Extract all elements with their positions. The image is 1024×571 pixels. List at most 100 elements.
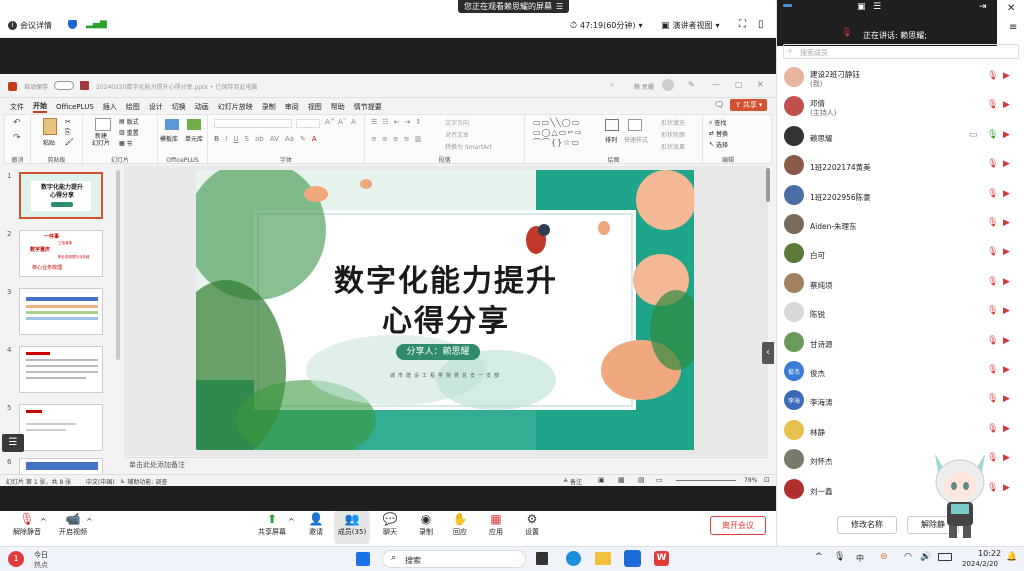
find-button[interactable]: ⌕ 查找 xyxy=(709,118,726,128)
language-indicator[interactable]: 中文(中国) xyxy=(86,477,115,486)
menu-tab-3[interactable]: 插入 xyxy=(103,102,117,112)
highlight-icon[interactable]: ✎ xyxy=(300,135,306,143)
window-icon[interactable]: ▣ xyxy=(857,2,866,12)
quick-style-icon[interactable] xyxy=(628,119,642,131)
mic-muted-icon[interactable]: 🎙 xyxy=(987,218,998,228)
clock-time[interactable]: 10:22 xyxy=(978,549,1001,558)
accessibility-button[interactable]: ♿ 辅助功能: 调查 xyxy=(120,477,167,486)
menu-tab-7[interactable]: 动画 xyxy=(195,102,209,112)
shape-effect-button[interactable]: 形状效果 xyxy=(661,142,685,151)
menu-tab-6[interactable]: 切换 xyxy=(172,102,186,112)
slide-thumbnail-2[interactable]: 一件事 数字重庆 核心业务梳理 职业务梳理与业务链 三张清单 xyxy=(19,230,103,277)
copy-icon[interactable]: ⎘ xyxy=(65,128,71,137)
member-row[interactable]: 陈锐 🎙 ▶ xyxy=(777,298,1024,327)
align-center-icon[interactable]: ≡ xyxy=(382,135,388,143)
align-text-button[interactable]: 对齐文本 xyxy=(445,130,469,139)
slide-thumbnail-6[interactable] xyxy=(19,458,103,474)
camera-off-icon[interactable]: ▶ xyxy=(1003,394,1010,404)
camera-off-icon[interactable]: ▶ xyxy=(1003,453,1010,463)
restore-icon[interactable]: ▢ xyxy=(735,80,743,89)
app-tray-icon[interactable]: ⊜ xyxy=(880,552,888,562)
mic-active-icon[interactable]: 🎙 xyxy=(987,130,998,140)
taskbar-search-box[interactable]: ⌕ 搜索 xyxy=(382,550,526,568)
save-icon[interactable] xyxy=(80,81,89,90)
font-name-select[interactable] xyxy=(214,119,292,128)
shape-fill-button[interactable]: 形状填充 xyxy=(661,118,685,127)
align-left-icon[interactable]: ≡ xyxy=(371,135,377,143)
meeting-info-button[interactable]: i 会议详情 xyxy=(8,20,52,31)
unit-icon[interactable] xyxy=(187,119,201,130)
security-shield-icon[interactable] xyxy=(68,20,77,29)
numbering-icon[interactable]: ☷ xyxy=(382,118,388,126)
wifi-icon[interactable]: ◠ xyxy=(904,552,912,562)
collapse-panel-icon[interactable]: ‹ xyxy=(762,342,774,364)
menu-tab-13[interactable]: 情节提要 xyxy=(354,102,382,112)
start-icon[interactable] xyxy=(356,552,370,566)
member-row[interactable]: 1班2202174黄美 🎙 ▶ xyxy=(777,151,1024,180)
menu-tab-0[interactable]: 文件 xyxy=(10,102,24,112)
template-label[interactable]: 模板库 xyxy=(160,134,178,143)
align-right-icon[interactable]: ≡ xyxy=(393,135,399,143)
list-icon[interactable]: ☰ xyxy=(2,434,24,452)
quick-style-label[interactable]: 快速样式 xyxy=(624,135,648,144)
paste-icon[interactable] xyxy=(43,118,57,135)
news-widget[interactable]: 1 今日 热点 xyxy=(8,549,68,569)
ime-indicator[interactable]: 中 xyxy=(856,553,864,564)
new-slide-icon[interactable] xyxy=(95,118,111,131)
shrink-font-icon[interactable]: Aˇ xyxy=(338,118,346,126)
share-button[interactable]: ⇪ 共享 ▾ xyxy=(730,99,768,111)
italic-icon[interactable]: I xyxy=(225,135,227,143)
smartart-button[interactable]: 转换为 SmartArt xyxy=(445,142,492,151)
member-row[interactable]: 甘诗源 🎙 ▶ xyxy=(777,328,1024,357)
share-screen-button[interactable]: ⬆ 共享屏幕 xyxy=(252,511,292,537)
camera-off-icon[interactable]: ▶ xyxy=(1003,247,1010,257)
redo-icon[interactable]: ↷ xyxy=(13,133,21,143)
slide-thumbnail-5[interactable] xyxy=(19,404,103,451)
close-panel-icon[interactable]: ✕ xyxy=(1007,3,1015,14)
section-button[interactable]: ▦ 节 xyxy=(119,139,133,148)
chevron-up-icon[interactable]: ^ xyxy=(86,517,93,526)
camera-off-icon[interactable]: ▶ xyxy=(1003,100,1010,110)
mic-muted-icon[interactable]: 🎙 xyxy=(987,394,998,404)
apps-button[interactable]: ▦ 应用 xyxy=(476,511,516,537)
member-row[interactable]: 建设2班刁静钰 (我) 🎙 ▶ xyxy=(777,63,1024,92)
minimize-icon[interactable] xyxy=(783,4,792,7)
bold-icon[interactable]: B xyxy=(214,135,219,143)
mic-muted-icon[interactable]: 🎙 xyxy=(987,306,998,316)
shapes-gallery[interactable]: ▭▭╲╲◯▭ ▭◯△▭⌐⇨ ⌒⌒{}☆▭ xyxy=(533,118,593,151)
camera-off-icon[interactable]: ▶ xyxy=(1003,483,1010,493)
indent-more-icon[interactable]: ⇥ xyxy=(404,118,410,126)
members-button[interactable]: 👥 成员(35) xyxy=(334,511,370,544)
member-row[interactable]: 李海 李海涛 🎙 ▶ xyxy=(777,386,1024,415)
user-avatar[interactable] xyxy=(662,79,674,91)
notes-placeholder[interactable]: 单击此处添加备注 xyxy=(129,460,185,470)
menu-icon[interactable]: ≡ xyxy=(1009,22,1017,33)
list-icon[interactable]: ☰ xyxy=(873,2,881,12)
settings-button[interactable]: ⚙ 设置 xyxy=(512,511,552,537)
expand-icon[interactable]: ⇥ xyxy=(979,2,987,12)
invite-button[interactable]: 👤 邀请 xyxy=(296,511,336,537)
mic-muted-icon[interactable]: 🎙 xyxy=(987,247,998,257)
menu-tab-4[interactable]: 绘图 xyxy=(126,102,140,112)
normal-view-icon[interactable]: ▣ xyxy=(598,476,605,484)
clock-date[interactable]: 2024/2/20 xyxy=(962,560,998,568)
zoom-slider[interactable] xyxy=(676,480,736,481)
thumbnail-scrollbar[interactable] xyxy=(116,170,120,360)
member-row[interactable]: Aiden-朱理东 🎙 ▶ xyxy=(777,210,1024,239)
font-color-icon[interactable]: A xyxy=(312,135,317,143)
autosave-toggle[interactable] xyxy=(54,81,74,90)
zoom-level[interactable]: 78% xyxy=(744,477,757,484)
shadow-icon[interactable]: ab xyxy=(255,135,264,143)
wps-icon[interactable]: W xyxy=(654,551,669,566)
mic-muted-icon[interactable]: 🎙 xyxy=(987,336,998,346)
menu-tab-2[interactable]: OfficePLUS xyxy=(56,103,94,111)
columns-icon[interactable]: ▥ xyxy=(415,135,422,143)
member-row[interactable]: 林静 🎙 ▶ xyxy=(777,416,1024,445)
sorter-view-icon[interactable]: ▦ xyxy=(618,476,625,484)
reading-view-icon[interactable]: ▤ xyxy=(638,476,645,484)
notes-pane[interactable]: 单击此处添加备注 xyxy=(124,457,768,471)
chat-button[interactable]: 💬 聊天 xyxy=(370,511,410,537)
slide-thumbnail-1[interactable]: 数字化能力提升 心得分享 xyxy=(19,172,103,219)
mic-muted-icon[interactable]: 🎙 xyxy=(987,365,998,375)
line-spacing-icon[interactable]: ↕ xyxy=(415,118,421,126)
